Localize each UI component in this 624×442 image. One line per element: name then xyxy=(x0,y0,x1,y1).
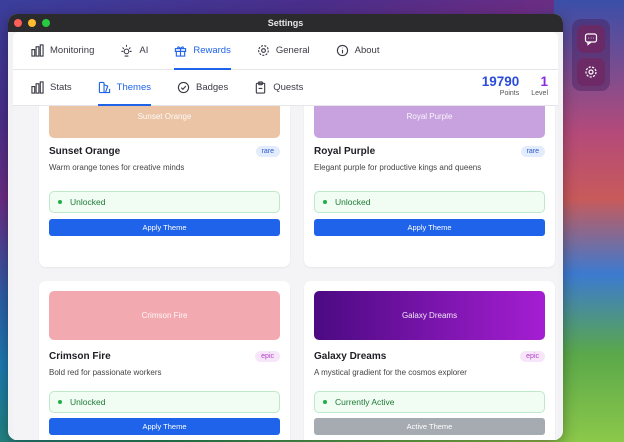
theme-card: Galaxy Dreams Galaxy Dreams epic A mysti… xyxy=(304,281,555,440)
floating-side-panel xyxy=(572,19,610,91)
theme-preview[interactable]: Sunset Orange xyxy=(49,106,280,138)
status-dot xyxy=(58,200,62,204)
window-title: Settings xyxy=(267,18,304,28)
points-value: 19790 xyxy=(481,74,520,89)
theme-name: Crimson Fire xyxy=(49,351,111,362)
preview-label: Galaxy Dreams xyxy=(401,311,458,320)
chat-button[interactable] xyxy=(577,25,605,53)
title-bar: Settings xyxy=(8,14,563,32)
preview-label: Crimson Fire xyxy=(141,311,188,320)
tab-ai[interactable]: AI xyxy=(120,32,148,70)
theme-description: Elegant purple for productive kings and … xyxy=(314,163,482,172)
unlock-status: Unlocked xyxy=(49,191,280,213)
status-text: Currently Active xyxy=(335,397,395,407)
gear-icon xyxy=(585,66,597,78)
palette-icon xyxy=(98,81,110,94)
zoom-button[interactable] xyxy=(42,19,50,27)
theme-name: Royal Purple xyxy=(314,146,376,157)
chat-icon xyxy=(584,33,598,46)
tab-badges[interactable]: Badges xyxy=(177,70,228,106)
status-text: Unlocked xyxy=(335,197,371,207)
chart-icon xyxy=(31,81,44,94)
rarity-badge: rare xyxy=(255,146,280,157)
tab-monitoring[interactable]: Monitoring xyxy=(31,32,94,70)
apply-theme-button[interactable]: Apply Theme xyxy=(49,219,280,236)
status-dot xyxy=(58,400,62,404)
close-button[interactable] xyxy=(14,19,22,27)
clipboard-icon xyxy=(255,81,266,94)
tab-label: General xyxy=(275,45,310,56)
chart-icon xyxy=(31,44,44,57)
tab-label: Rewards xyxy=(193,45,231,56)
themes-grid: Sunset Orange Sunset Orange rare Warm or… xyxy=(13,106,558,440)
level-stat: 1 Level xyxy=(531,74,548,97)
theme-card: Royal Purple Royal Purple rare Elegant p… xyxy=(304,106,555,267)
status-dot xyxy=(323,200,327,204)
tab-label: About xyxy=(354,45,380,56)
apply-theme-button[interactable]: Apply Theme xyxy=(49,418,280,435)
tab-label: Stats xyxy=(50,82,72,93)
sub-tab-bar: Stats Themes Badges Quests 19790 Points xyxy=(13,70,558,106)
tab-quests[interactable]: Quests xyxy=(254,70,303,106)
theme-preview[interactable]: Crimson Fire xyxy=(49,291,280,340)
window-controls xyxy=(14,19,50,27)
tab-label: Themes xyxy=(116,82,151,93)
rarity-badge: rare xyxy=(520,146,545,157)
theme-name: Sunset Orange xyxy=(49,146,121,157)
user-stats: 19790 Points 1 Level xyxy=(482,74,548,97)
points-stat: 19790 Points xyxy=(482,74,520,97)
tab-label: Badges xyxy=(195,82,229,93)
rarity-badge: epic xyxy=(520,351,545,362)
theme-card: Sunset Orange Sunset Orange rare Warm or… xyxy=(39,106,290,267)
tab-label: Quests xyxy=(273,82,304,93)
apply-theme-button[interactable]: Apply Theme xyxy=(314,219,545,236)
status-dot xyxy=(323,400,327,404)
active-status: Currently Active xyxy=(314,391,545,413)
minimize-button[interactable] xyxy=(28,19,36,27)
gear-icon xyxy=(257,45,269,56)
theme-preview[interactable]: Galaxy Dreams xyxy=(314,291,545,340)
theme-description: Bold red for passionate workers xyxy=(49,368,162,377)
status-text: Unlocked xyxy=(70,197,106,207)
theme-preview[interactable]: Royal Purple xyxy=(314,106,545,138)
level-value: 1 xyxy=(540,74,548,89)
tab-general[interactable]: General xyxy=(257,32,310,70)
theme-description: A mystical gradient for the cosmos explo… xyxy=(314,368,467,377)
preview-label: Royal Purple xyxy=(406,111,453,121)
check-circle-icon xyxy=(177,81,190,94)
tab-label: AI xyxy=(139,45,149,56)
tab-label: Monitoring xyxy=(50,45,95,56)
tab-stats[interactable]: Stats xyxy=(31,70,72,106)
theme-description: Warm orange tones for creative minds xyxy=(49,163,185,172)
theme-card: Crimson Fire Crimson Fire epic Bold red … xyxy=(39,281,290,440)
settings-panel: Monitoring AI Rewards General About Stat… xyxy=(13,32,558,440)
sun-icon xyxy=(121,44,132,57)
gift-icon xyxy=(175,46,187,57)
settings-button[interactable] xyxy=(577,58,605,86)
rarity-badge: epic xyxy=(255,351,280,362)
tab-about[interactable]: About xyxy=(336,32,380,70)
tab-rewards[interactable]: Rewards xyxy=(174,32,231,70)
preview-label: Sunset Orange xyxy=(137,111,192,121)
points-label: Points xyxy=(499,90,520,97)
level-label: Level xyxy=(531,90,548,97)
tab-themes[interactable]: Themes xyxy=(97,70,152,106)
unlock-status: Unlocked xyxy=(49,391,280,413)
theme-name: Galaxy Dreams xyxy=(314,351,387,362)
main-tab-bar: Monitoring AI Rewards General About xyxy=(13,32,558,70)
status-text: Unlocked xyxy=(70,397,106,407)
active-theme-button: Active Theme xyxy=(314,418,545,435)
unlock-status: Unlocked xyxy=(314,191,545,213)
info-icon xyxy=(336,44,348,57)
settings-window: Settings Monitoring AI Rewards General A… xyxy=(8,14,563,440)
